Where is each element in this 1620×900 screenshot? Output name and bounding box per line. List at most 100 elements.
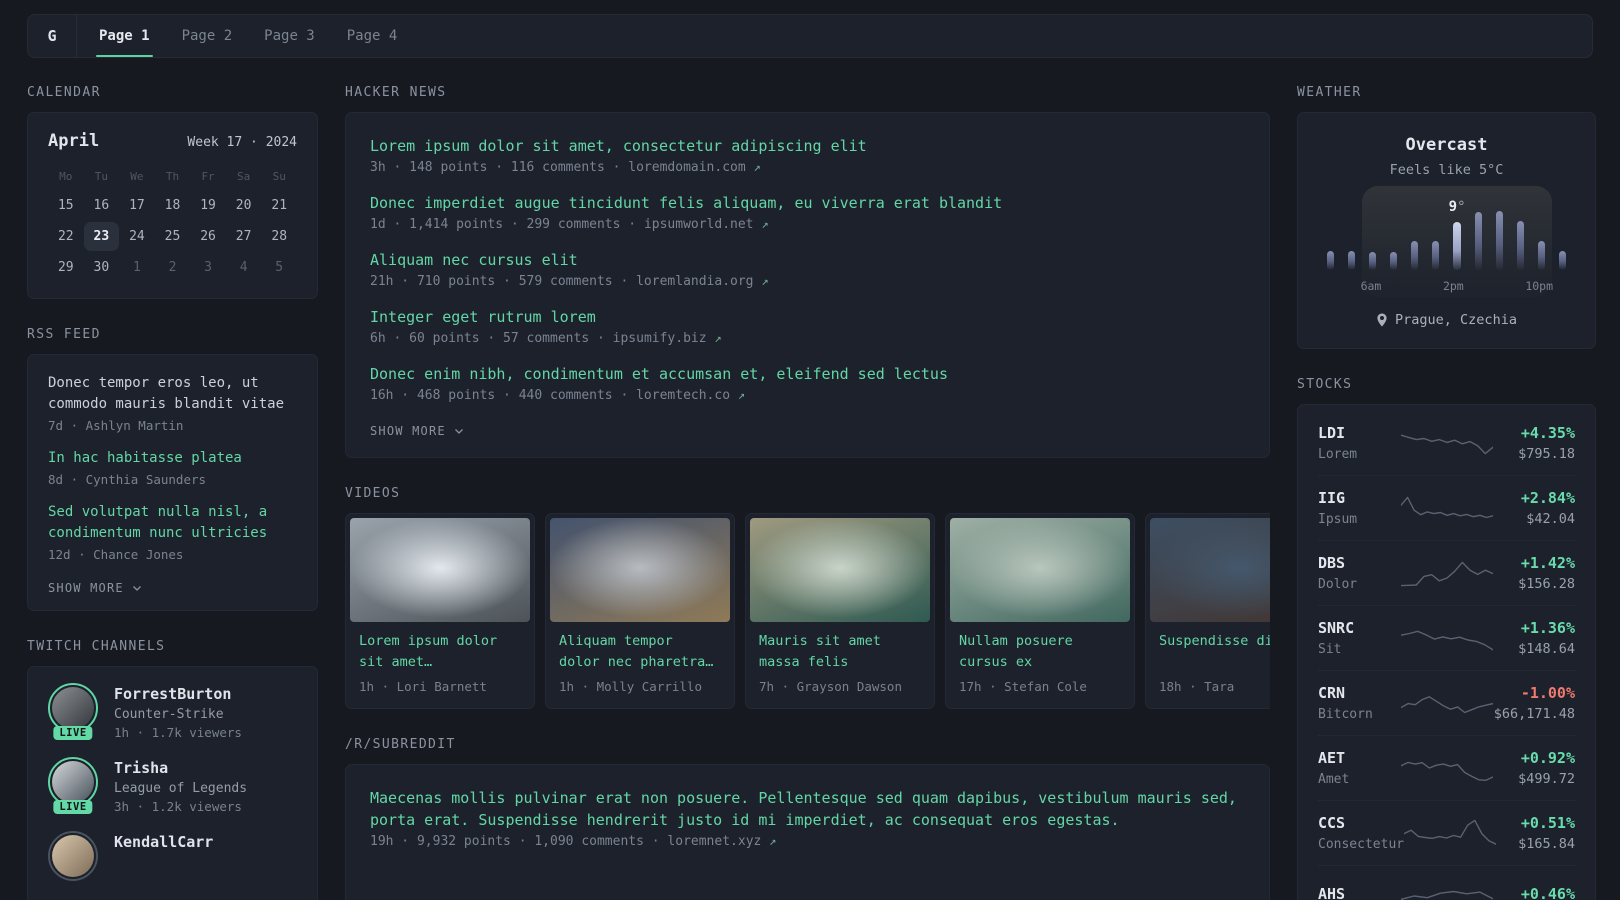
- rss-item-title[interactable]: In hac habitasse platea: [48, 448, 297, 469]
- stock-row[interactable]: CRN Bitcorn -1.00% $66,171.48: [1318, 670, 1575, 735]
- hacker-news-show-more-button[interactable]: SHOW MORE: [370, 424, 465, 438]
- stock-row[interactable]: CCS Consectetur +0.51% $165.84: [1318, 800, 1575, 865]
- stock-ticker: AHS: [1318, 884, 1346, 900]
- stock-row[interactable]: AHS +0.46%: [1318, 865, 1575, 900]
- post: Donec imperdiet augue tincidunt felis al…: [370, 192, 1245, 232]
- video-card[interactable]: Suspendisse diam 18h · Tara: [1145, 513, 1270, 709]
- live-badge: LIVE: [53, 726, 93, 740]
- post: Donec enim nibh, condimentum et accumsan…: [370, 363, 1245, 403]
- weather-bar-slot: [1404, 208, 1425, 270]
- post-domain-link[interactable]: loremdomain.com ↗: [628, 160, 760, 175]
- rss-item-title[interactable]: Donec tempor eros leo, ut commodo mauris…: [48, 373, 297, 415]
- stock-row[interactable]: AET Amet +0.92% $499.72: [1318, 735, 1575, 800]
- post-title[interactable]: Maecenas mollis pulvinar erat non posuer…: [370, 787, 1245, 831]
- external-link-icon: ↗: [761, 274, 769, 288]
- twitch-channel-row[interactable]: LIVE ForrestBurton Counter-Strike 1h · 1…: [48, 683, 297, 740]
- calendar-day: 15: [57, 198, 74, 213]
- twitch-channel-row[interactable]: LIVE KendallCarr: [48, 831, 297, 881]
- twitch-channel-name: KendallCarr: [114, 833, 214, 851]
- right-column: WEATHER Overcast Feels like 5°C 9° 6am2p…: [1297, 85, 1596, 900]
- weather-bar-slot: [1341, 208, 1362, 270]
- video-card[interactable]: Nullam posuere cursus ex 17h · Stefan Co…: [945, 513, 1135, 709]
- stock-ticker: SNRC: [1318, 619, 1355, 637]
- rss-item-title[interactable]: Sed volutpat nulla nisl, a condimentum n…: [48, 502, 297, 544]
- external-link-icon: ↗: [753, 160, 761, 174]
- video-title: Nullam posuere cursus ex: [959, 633, 1073, 670]
- weather-bar: [1538, 240, 1546, 270]
- calendar-day-grid: 15 16 17 18 19 20 21 22 23 24 25 26 27 28 29 30 1 2 3 4 5: [48, 191, 297, 282]
- post-domain-link[interactable]: loremnet.xyz ↗: [667, 834, 776, 849]
- calendar-day: 4: [239, 260, 248, 275]
- stock-sparkline: [1400, 751, 1493, 785]
- post-title[interactable]: Donec enim nibh, condimentum et accumsan…: [370, 363, 1245, 385]
- post-meta-text: 6h · 60 points · 57 comments ·: [370, 331, 613, 346]
- stock-row[interactable]: LDI Lorem +4.35% $795.18: [1318, 411, 1575, 475]
- rss-show-more-button[interactable]: SHOW MORE: [48, 581, 143, 595]
- video-meta: 1h · Molly Carrillo: [559, 679, 702, 694]
- calendar-month: April: [48, 131, 100, 151]
- post-meta-text: 21h · 710 points · 579 comments ·: [370, 274, 637, 289]
- video-card[interactable]: Lorem ipsum dolor sit amet consectetu… 1…: [345, 513, 535, 709]
- nav-tabs: Page 1 Page 2 Page 3 Page 4: [77, 15, 419, 57]
- nav-tab[interactable]: Page 4: [344, 15, 401, 57]
- post-meta: 19h · 9,932 points · 1,090 comments · lo…: [370, 834, 1245, 849]
- post-domain-link[interactable]: ipsumify.biz ↗: [613, 331, 722, 346]
- rss-item: Donec tempor eros leo, ut commodo mauris…: [48, 373, 297, 433]
- stock-ticker: AET: [1318, 749, 1346, 767]
- calendar-day: 24: [129, 229, 145, 244]
- calendar-day: 16: [93, 198, 110, 213]
- calendar-day: 5: [275, 260, 284, 275]
- stock-change: +1.36%: [1520, 619, 1575, 637]
- post-domain-link[interactable]: loremtech.co ↗: [636, 388, 745, 403]
- weather-condition: Overcast: [1405, 135, 1488, 155]
- calendar-weekday: Sa: [237, 170, 251, 183]
- calendar-day: 25: [164, 229, 181, 244]
- nav-tab[interactable]: Page 2: [179, 15, 236, 57]
- stock-row[interactable]: SNRC Sit +1.36% $148.64: [1318, 605, 1575, 670]
- video-card[interactable]: Aliquam tempor dolor nec pharetra… 1h · …: [545, 513, 735, 709]
- stock-price: $499.72: [1518, 771, 1575, 787]
- weather-widget: WEATHER Overcast Feels like 5°C 9° 6am2p…: [1297, 85, 1596, 349]
- weather-time-label: [1553, 279, 1574, 293]
- post-title[interactable]: Lorem ipsum dolor sit amet, consectetur …: [370, 135, 1245, 157]
- weather-bar: [1517, 221, 1525, 270]
- post-domain-link[interactable]: ipsumworld.net ↗: [644, 217, 769, 232]
- avatar-image: [52, 835, 94, 877]
- weather-bar: [1432, 240, 1440, 270]
- post-title[interactable]: Integer eget rutrum lorem: [370, 306, 1245, 328]
- weather-bar: [1368, 252, 1376, 270]
- stock-price: $795.18: [1518, 446, 1575, 462]
- calendar-weekday: Th: [165, 170, 180, 183]
- weather-bar-slot: [1362, 208, 1383, 270]
- subreddit-widget: /R/SUBREDDIT Maecenas mollis pulvinar er…: [345, 737, 1270, 900]
- calendar-day: 30: [93, 260, 110, 275]
- calendar-card: April Week 17 · 2024 Mo Tu We Th Fr Sa Su 15 16…: [27, 112, 318, 299]
- video-card[interactable]: Mauris sit amet massa felis 7h · Grayson…: [745, 513, 935, 709]
- weather-bar-slot: 9°: [1447, 199, 1468, 270]
- twitch-channel-row[interactable]: LIVE Trisha League of Legends 3h · 1.2k …: [48, 757, 297, 814]
- post-title[interactable]: Donec imperdiet augue tincidunt felis al…: [370, 192, 1245, 214]
- post-domain-link[interactable]: loremlandia.org ↗: [636, 274, 768, 289]
- video-meta: 7h · Grayson Dawson: [759, 679, 902, 694]
- stock-change: +2.84%: [1520, 489, 1575, 507]
- twitch-channel-category: Counter-Strike: [114, 707, 224, 722]
- post-meta-text: 19h · 9,932 points · 1,090 comments ·: [370, 834, 668, 849]
- calendar-weekday: Tu: [94, 170, 108, 183]
- nav-tab[interactable]: Page 3: [261, 15, 318, 57]
- calendar-day: 26: [200, 229, 216, 244]
- nav-tab-label: Page 4: [346, 28, 398, 44]
- rss-item-meta: 7d · Ashlyn Martin: [48, 418, 184, 433]
- left-column: CALENDAR April Week 17 · 2024 Mo Tu We Th Fr…: [27, 85, 318, 900]
- post-title[interactable]: Aliquam nec cursus elit: [370, 249, 1245, 271]
- stock-row[interactable]: DBS Dolor +1.42% $156.28: [1318, 540, 1575, 605]
- stock-row[interactable]: IIG Ipsum +2.84% $42.04: [1318, 475, 1575, 540]
- twitch-channel-meta: 3h · 1.2k viewers: [114, 799, 242, 814]
- nav-bar: G Page 1 Page 2 Page 3 Page 4: [27, 14, 1593, 58]
- nav-tab[interactable]: Page 1: [96, 15, 153, 57]
- calendar-section-title: CALENDAR: [27, 85, 101, 100]
- calendar-widget: CALENDAR April Week 17 · 2024 Mo Tu We Th Fr…: [27, 85, 318, 299]
- avatar: LIVE: [48, 683, 98, 740]
- calendar-day: 21: [271, 198, 288, 213]
- post: Maecenas mollis pulvinar erat non posuer…: [370, 787, 1245, 849]
- weather-bar-slot: [1425, 208, 1446, 270]
